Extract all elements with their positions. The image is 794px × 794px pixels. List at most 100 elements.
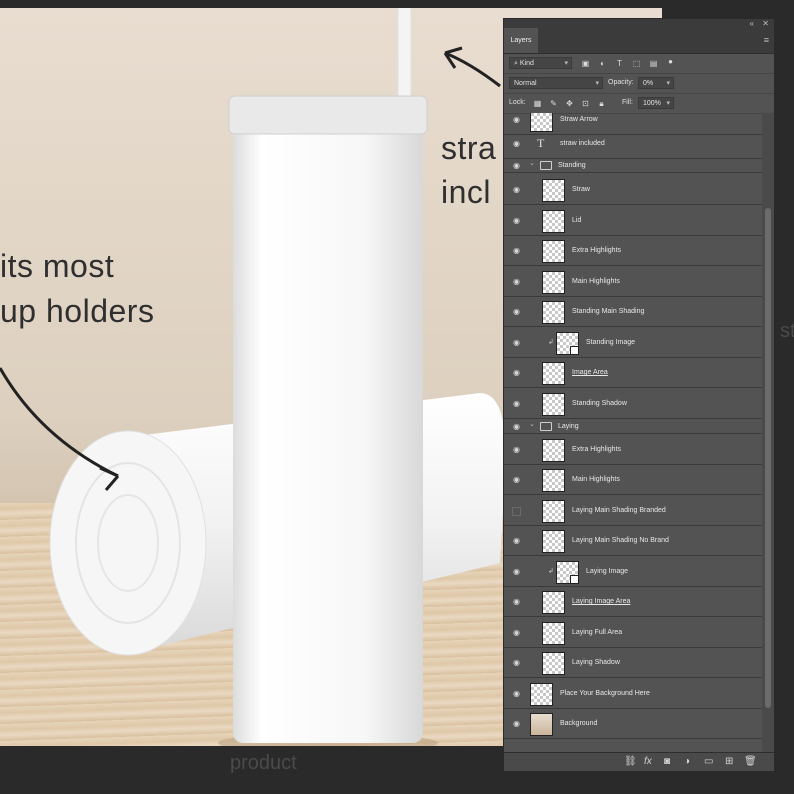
eye-icon[interactable]: ◉: [512, 422, 521, 431]
eye-icon[interactable]: ◉: [512, 445, 521, 454]
layer-row[interactable]: ◉ Extra Highlights: [504, 435, 762, 465]
layer-name: Image Area: [572, 369, 608, 376]
layer-group-row[interactable]: ◉ ⌄ Standing: [504, 158, 762, 173]
chevron-down-icon: ▾: [666, 100, 670, 107]
layer-row[interactable]: ◉ Straw: [504, 175, 762, 205]
panel-menu-icon[interactable]: ≡: [764, 36, 769, 45]
panel-footer: ⛓ fx ◙ ◑ ▭ ⊞ 🗑︎: [504, 752, 774, 771]
eye-icon[interactable]: ◉: [512, 115, 521, 124]
layer-name: Laying Full Area: [572, 629, 623, 636]
chevron-down-icon[interactable]: ⌄: [529, 159, 535, 167]
laying-tumbler-base: [49, 430, 207, 656]
filter-shape-icon[interactable]: ⬚: [631, 58, 642, 69]
eye-icon[interactable]: ◉: [512, 161, 521, 170]
mask-icon[interactable]: ◙: [664, 756, 670, 768]
layer-thumbnail: [542, 179, 565, 202]
trash-icon[interactable]: 🗑︎: [744, 756, 757, 768]
new-layer-icon[interactable]: ⊞: [725, 756, 733, 768]
layer-thumbnail: [542, 591, 565, 614]
tab-layers[interactable]: Layers: [504, 28, 538, 53]
layer-row[interactable]: ◉ Place Your Background Here: [504, 679, 762, 709]
visibility-off-toggle[interactable]: [512, 507, 521, 516]
layer-row[interactable]: ◉ Standing Shadow: [504, 389, 762, 419]
chevron-down-icon: ▾: [666, 80, 670, 87]
lock-artboard-icon[interactable]: ⊡: [580, 98, 591, 109]
layer-row[interactable]: ◉ Lid: [504, 206, 762, 236]
close-icon[interactable]: ✕: [762, 19, 769, 28]
layer-thumbnail: [542, 469, 565, 492]
chevron-down-icon[interactable]: ⌄: [529, 420, 535, 428]
eye-icon[interactable]: ◉: [512, 368, 521, 377]
layers-scrollbar[interactable]: [762, 113, 774, 753]
lock-all-icon[interactable]: 🔒︎: [596, 98, 607, 109]
eye-icon[interactable]: ◉: [512, 475, 521, 484]
layer-row[interactable]: ◉ ↲ Laying Image: [504, 557, 762, 587]
panel-title-bar[interactable]: « ✕: [504, 19, 774, 28]
layer-thumbnail: [542, 393, 565, 416]
scrollbar-thumb[interactable]: [765, 208, 771, 708]
lock-move-icon[interactable]: ✥: [564, 98, 575, 109]
eye-icon[interactable]: ◉: [512, 597, 521, 606]
layer-name: Standing Image: [586, 339, 636, 346]
lock-transparent-icon[interactable]: ▦: [532, 98, 543, 109]
eye-icon[interactable]: ◉: [512, 719, 521, 728]
eye-icon[interactable]: ◉: [512, 658, 521, 667]
eye-icon[interactable]: ◉: [512, 536, 521, 545]
layer-row[interactable]: ◉ Tstraw included: [504, 129, 762, 159]
eye-icon[interactable]: ◉: [512, 277, 521, 286]
layer-name: Standing Shadow: [572, 400, 627, 407]
eye-icon[interactable]: ◉: [512, 689, 521, 698]
lock-label: Lock:: [509, 99, 526, 106]
layer-name: Laying Main Shading Branded: [572, 507, 666, 514]
filter-smart-object-icon[interactable]: ▤: [648, 58, 659, 69]
eye-icon[interactable]: ◉: [512, 307, 521, 316]
layer-row[interactable]: ◉ ↲ Standing Image: [504, 328, 762, 358]
eye-icon[interactable]: ◉: [512, 338, 521, 347]
layer-group-row[interactable]: ◉ ⌄ Laying: [504, 419, 762, 434]
layer-row[interactable]: ◉ Main Highlights: [504, 267, 762, 297]
filter-adjustment-icon[interactable]: ◐: [597, 58, 608, 69]
filter-type-icon[interactable]: T: [614, 58, 625, 69]
eye-icon[interactable]: ◉: [512, 185, 521, 194]
opacity-input[interactable]: 0% ▾: [638, 77, 674, 89]
eye-icon[interactable]: ◉: [512, 628, 521, 637]
layer-thumbnail: [542, 362, 565, 385]
eye-icon[interactable]: ◉: [512, 246, 521, 255]
layer-row[interactable]: Laying Main Shading Branded: [504, 496, 762, 526]
layer-row[interactable]: ◉ Main Highlights: [504, 465, 762, 495]
new-group-icon[interactable]: ▭: [704, 756, 713, 768]
layer-name: Standing: [558, 162, 586, 169]
layer-row[interactable]: ◉ Standing Main Shading: [504, 297, 762, 327]
layer-name: Straw: [572, 186, 590, 193]
filter-toggle-icon[interactable]: ●: [665, 56, 676, 67]
layer-row[interactable]: ◉ Background: [504, 709, 762, 739]
layer-row[interactable]: ◉ Laying Shadow: [504, 648, 762, 678]
layer-name: Lid: [572, 217, 582, 224]
opacity-label: Opacity:: [608, 79, 634, 86]
layer-row[interactable]: ◉ Laying Main Shading No Brand: [504, 526, 762, 556]
adjustment-layer-icon[interactable]: ◑: [684, 756, 690, 768]
clipping-mask-icon: ↲: [548, 339, 554, 346]
link-layers-icon[interactable]: ⛓: [624, 756, 637, 768]
layer-row[interactable]: ◉ Laying Full Area: [504, 618, 762, 648]
layer-name: Laying Shadow: [572, 659, 620, 666]
fx-icon[interactable]: fx: [644, 756, 652, 768]
layer-row[interactable]: ◉ Extra Highlights: [504, 236, 762, 266]
eye-icon[interactable]: ◉: [512, 399, 521, 408]
layers-panel[interactable]: « ✕ Layers ≡ ⌕ Kind ▾ ▣ ◐ T ⬚ ▤ ● Normal…: [503, 18, 775, 772]
filter-pixel-icon[interactable]: ▣: [580, 58, 591, 69]
eye-icon[interactable]: ◉: [512, 216, 521, 225]
layer-row[interactable]: ◉ Image Area: [504, 358, 762, 388]
eye-icon[interactable]: ◉: [512, 139, 521, 148]
lock-brush-icon[interactable]: ✎: [548, 98, 559, 109]
fill-input[interactable]: 100% ▾: [638, 97, 674, 109]
blend-mode-select[interactable]: Normal ▾: [509, 77, 603, 89]
layer-row[interactable]: ◉ Laying Image Area: [504, 587, 762, 617]
collapse-icon[interactable]: «: [750, 19, 754, 28]
layer-thumbnail: [542, 652, 565, 675]
eye-icon[interactable]: ◉: [512, 567, 521, 576]
text-layer-icon: T: [537, 136, 545, 150]
layers-list[interactable]: ◉ Straw Arrow ◉ Tstraw included ◉ ⌄ Standing ◉ S…: [504, 113, 762, 753]
layer-name: Laying Image: [586, 568, 629, 575]
filter-kind-select[interactable]: ⌕ Kind ▾: [509, 57, 572, 69]
